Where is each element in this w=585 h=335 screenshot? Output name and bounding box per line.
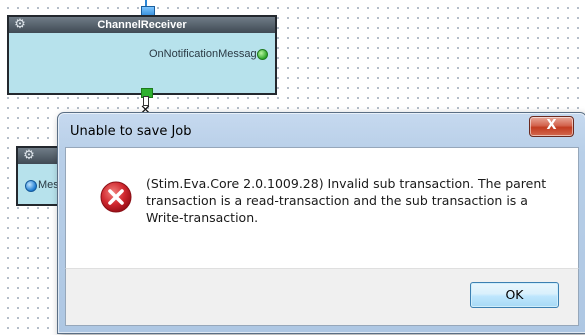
gear-icon[interactable]: ⚙	[22, 149, 36, 163]
error-dialog: Unable to save Job X (Stim.Eva.Core 2.0.…	[57, 112, 585, 334]
error-icon	[100, 181, 132, 213]
green-port-icon[interactable]	[257, 49, 268, 60]
error-message: (Stim.Eva.Core 2.0.1009.28) Invalid sub …	[146, 176, 547, 225]
close-icon: X	[546, 118, 557, 133]
dialog-body: (Stim.Eva.Core 2.0.1009.28) Invalid sub …	[65, 147, 579, 268]
dialog-title: Unable to save Job	[70, 124, 192, 139]
channel-receiver-node[interactable]: ⚙ ChannelReceiver OnNotificationMessage	[7, 15, 277, 95]
close-button[interactable]: X	[529, 116, 574, 137]
node-title: ChannelReceiver	[97, 19, 187, 31]
node-header[interactable]: ⚙ ChannelReceiver	[9, 17, 275, 33]
node-port-label: Mes	[38, 179, 59, 191]
node-port-label: OnNotificationMessage	[149, 48, 263, 60]
blue-port-icon[interactable]	[25, 180, 37, 192]
ok-button[interactable]: OK	[470, 282, 559, 308]
dialog-footer: OK	[65, 268, 579, 326]
